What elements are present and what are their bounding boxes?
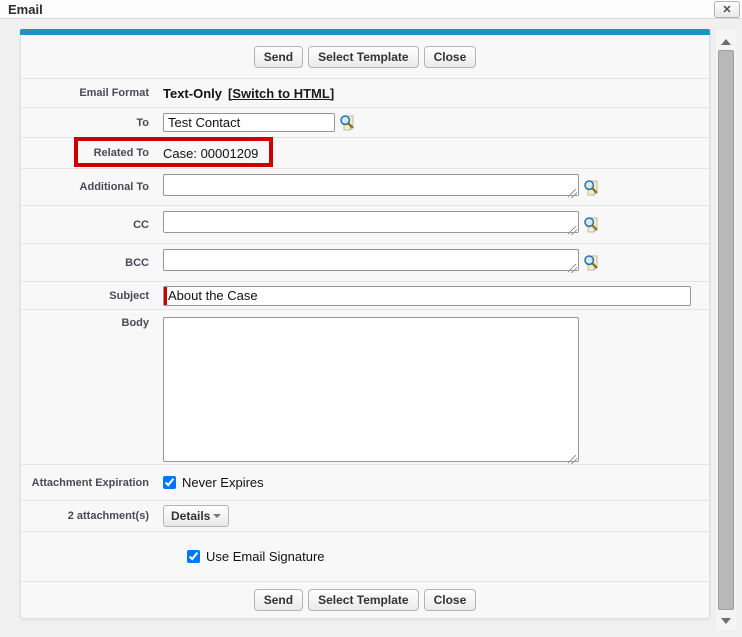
subject-label: Subject: [21, 290, 149, 302]
scrollbar: [716, 30, 736, 630]
never-expires-label: Never Expires: [182, 475, 264, 490]
email-format-label: Email Format: [21, 87, 149, 99]
row-attachment-expiration: Attachment Expiration Never Expires: [21, 465, 709, 501]
email-dialog-page: Email ✕ Send Select Template Close Email…: [0, 0, 742, 637]
row-to: To: [21, 108, 709, 138]
email-compose-modal: Send Select Template Close Email Format …: [20, 29, 710, 619]
lookup-icon: [583, 216, 600, 233]
switch-to-html-link[interactable]: [Switch to HTML]: [228, 86, 334, 101]
bcc-lookup-button[interactable]: [583, 254, 601, 272]
row-related-to: Related To Case: 00001209: [21, 138, 709, 169]
cc-lookup-button[interactable]: [583, 216, 601, 234]
row-additional-to: Additional To: [21, 169, 709, 206]
dialog-title: Email: [8, 2, 43, 17]
row-body: Body: [21, 310, 709, 465]
use-email-signature-checkbox[interactable]: [187, 550, 200, 563]
row-bcc: BCC: [21, 244, 709, 282]
bcc-input[interactable]: [163, 249, 579, 271]
subject-input[interactable]: [163, 286, 691, 306]
row-cc: CC: [21, 206, 709, 244]
lookup-icon: [583, 179, 600, 196]
additional-to-input[interactable]: [163, 174, 579, 196]
cc-input[interactable]: [163, 211, 579, 233]
email-form: Send Select Template Close Email Format …: [21, 35, 709, 618]
bcc-label: BCC: [21, 257, 149, 269]
close-button-top[interactable]: Close: [424, 46, 477, 68]
scrollbar-thumb[interactable]: [718, 50, 734, 610]
close-button-bottom[interactable]: Close: [424, 589, 477, 611]
never-expires-checkbox[interactable]: [163, 476, 176, 489]
row-email-signature: Use Email Signature: [21, 532, 709, 582]
row-subject: Subject: [21, 282, 709, 310]
email-format-value: Text-Only: [163, 86, 222, 101]
to-label: To: [21, 117, 149, 129]
attachments-count-label: 2 attachment(s): [21, 510, 149, 522]
scroll-up-icon[interactable]: [721, 39, 731, 45]
dialog-close-button[interactable]: ✕: [714, 1, 740, 18]
to-input[interactable]: [163, 113, 335, 132]
row-attachments: 2 attachment(s) Details: [21, 501, 709, 532]
additional-to-lookup-button[interactable]: [583, 178, 601, 196]
chevron-down-icon: [213, 514, 221, 518]
dialog-titlebar: Email ✕: [0, 0, 742, 19]
to-lookup-button[interactable]: [339, 114, 357, 132]
additional-to-label: Additional To: [21, 181, 149, 193]
use-email-signature-label: Use Email Signature: [206, 549, 325, 564]
details-button-label: Details: [171, 509, 210, 523]
scroll-down-icon[interactable]: [721, 618, 731, 624]
send-button-top[interactable]: Send: [254, 46, 303, 68]
body-textarea[interactable]: [163, 317, 579, 462]
lookup-icon: [583, 254, 600, 271]
related-to-value: Case: 00001209: [163, 146, 258, 161]
close-icon: ✕: [722, 4, 731, 16]
top-button-bar: Send Select Template Close: [21, 35, 709, 79]
attachment-expiration-label: Attachment Expiration: [21, 477, 149, 489]
row-email-format: Email Format Text-Only [Switch to HTML]: [21, 79, 709, 108]
send-button-bottom[interactable]: Send: [254, 589, 303, 611]
related-to-label: Related To: [21, 147, 149, 159]
body-label: Body: [21, 317, 149, 329]
cc-label: CC: [21, 219, 149, 231]
lookup-icon: [339, 114, 356, 131]
bottom-button-bar: Send Select Template Close: [21, 582, 709, 618]
details-button[interactable]: Details: [163, 505, 229, 527]
select-template-button-top[interactable]: Select Template: [308, 46, 418, 68]
select-template-button-bottom[interactable]: Select Template: [308, 589, 418, 611]
